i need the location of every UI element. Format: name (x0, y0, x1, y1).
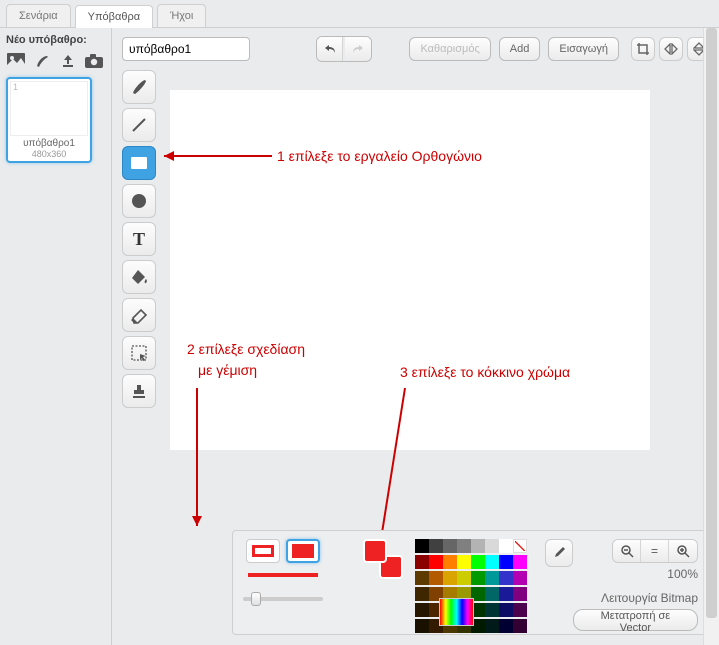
line-thickness-preview (248, 573, 318, 577)
undo-redo-group (316, 36, 372, 62)
flip-horizontal-icon[interactable] (659, 37, 683, 61)
palette-swatch[interactable] (429, 571, 443, 585)
palette-swatch[interactable] (513, 619, 527, 633)
fill-tool[interactable] (122, 260, 156, 294)
palette-swatch[interactable] (443, 539, 457, 553)
costume-name-input[interactable] (122, 37, 250, 61)
tab-scripts[interactable]: Σενάρια (6, 4, 71, 27)
palette-swatch[interactable] (499, 539, 513, 553)
gradient-picker[interactable] (439, 598, 474, 626)
line-tool[interactable] (122, 108, 156, 142)
zoom-reset-button[interactable]: = (641, 540, 669, 562)
palette-swatch[interactable] (415, 619, 429, 633)
thickness-slider[interactable] (243, 597, 323, 601)
backdrop-list-panel: Νέο υπόβαθρο: 1 υπόβαθρο1 480x360 (0, 28, 112, 645)
thumb-name: υπόβαθρο1 (10, 138, 88, 149)
text-tool[interactable]: T (122, 222, 156, 256)
palette-swatch[interactable] (499, 555, 513, 569)
palette-swatch[interactable] (415, 571, 429, 585)
palette-swatch[interactable] (513, 603, 527, 617)
palette-swatch[interactable] (499, 603, 513, 617)
palette-swatch[interactable] (485, 587, 499, 601)
color-swap[interactable] (363, 539, 403, 579)
palette-swatch[interactable] (415, 587, 429, 601)
add-button[interactable]: Add (499, 37, 541, 61)
palette-swatch[interactable] (415, 603, 429, 617)
tool-column: T (122, 70, 156, 450)
tab-bar: Σενάρια Υπόβαθρα Ήχοι (0, 0, 719, 28)
palette-swatch[interactable] (513, 571, 527, 585)
main-area: Νέο υπόβαθρο: 1 υπόβαθρο1 480x360 (0, 28, 719, 645)
eyedropper-button[interactable] (545, 539, 573, 567)
import-button[interactable]: Εισαγωγή (548, 37, 619, 61)
crop-icon[interactable] (631, 37, 655, 61)
vertical-scrollbar[interactable] (703, 28, 719, 645)
palette-swatch[interactable] (415, 539, 429, 553)
convert-to-vector-button[interactable]: Μετατροπή σε Vector (573, 609, 698, 631)
brush-tool[interactable] (122, 70, 156, 104)
palette-swatch[interactable] (429, 539, 443, 553)
outline-mode-button[interactable] (246, 539, 280, 563)
thumb-dim: 480x360 (10, 149, 88, 159)
palette-swatch[interactable] (485, 571, 499, 585)
palette-swatch[interactable] (443, 571, 457, 585)
stamp-tool[interactable] (122, 374, 156, 408)
palette-swatch[interactable] (471, 539, 485, 553)
upload-icon[interactable] (58, 52, 78, 69)
palette-swatch[interactable] (485, 539, 499, 553)
palette-swatch[interactable] (457, 539, 471, 553)
paint-editor: Καθαρισμός Add Εισαγωγή T (112, 28, 719, 645)
paint-canvas[interactable] (170, 90, 650, 450)
new-backdrop-label: Νέο υπόβαθρο: (6, 34, 105, 46)
camera-icon[interactable] (84, 52, 104, 69)
palette-swatch[interactable] (485, 619, 499, 633)
clear-button[interactable]: Καθαρισμός (409, 37, 490, 61)
palette-swatch[interactable] (429, 555, 443, 569)
palette-swatch[interactable] (471, 571, 485, 585)
palette-swatch[interactable] (457, 571, 471, 585)
palette-swatch[interactable] (485, 555, 499, 569)
palette-swatch[interactable] (499, 619, 513, 633)
palette-swatch[interactable] (457, 555, 471, 569)
palette-swatch[interactable] (499, 571, 513, 585)
options-panel: = 100% Λειτουργία Bitmap Μετατροπή σε Ve… (232, 530, 709, 635)
zoom-in-button[interactable] (669, 540, 697, 562)
ellipse-tool[interactable] (122, 184, 156, 218)
eraser-tool[interactable] (122, 298, 156, 332)
palette-swatch[interactable] (513, 539, 527, 553)
choose-from-library-icon[interactable] (6, 52, 26, 69)
palette-swatch[interactable] (513, 587, 527, 601)
filled-mode-button[interactable] (286, 539, 320, 563)
palette-swatch[interactable] (471, 555, 485, 569)
palette-swatch[interactable] (415, 555, 429, 569)
zoom-out-button[interactable] (613, 540, 641, 562)
zoom-percent: 100% (667, 567, 698, 581)
select-tool[interactable] (122, 336, 156, 370)
thumb-index: 1 (13, 82, 18, 92)
undo-button[interactable] (317, 37, 343, 61)
redo-button[interactable] (345, 37, 371, 61)
rectangle-tool[interactable] (122, 146, 156, 180)
palette-swatch[interactable] (499, 587, 513, 601)
palette-swatch[interactable] (443, 555, 457, 569)
backdrop-thumbnail[interactable]: 1 υπόβαθρο1 480x360 (6, 77, 92, 163)
tab-sounds[interactable]: Ήχοι (157, 4, 206, 27)
paint-new-icon[interactable] (32, 52, 52, 69)
palette-swatch[interactable] (485, 603, 499, 617)
bitmap-mode-label: Λειτουργία Bitmap (601, 591, 698, 605)
tab-backdrops[interactable]: Υπόβαθρα (75, 5, 153, 28)
palette-swatch[interactable] (513, 555, 527, 569)
